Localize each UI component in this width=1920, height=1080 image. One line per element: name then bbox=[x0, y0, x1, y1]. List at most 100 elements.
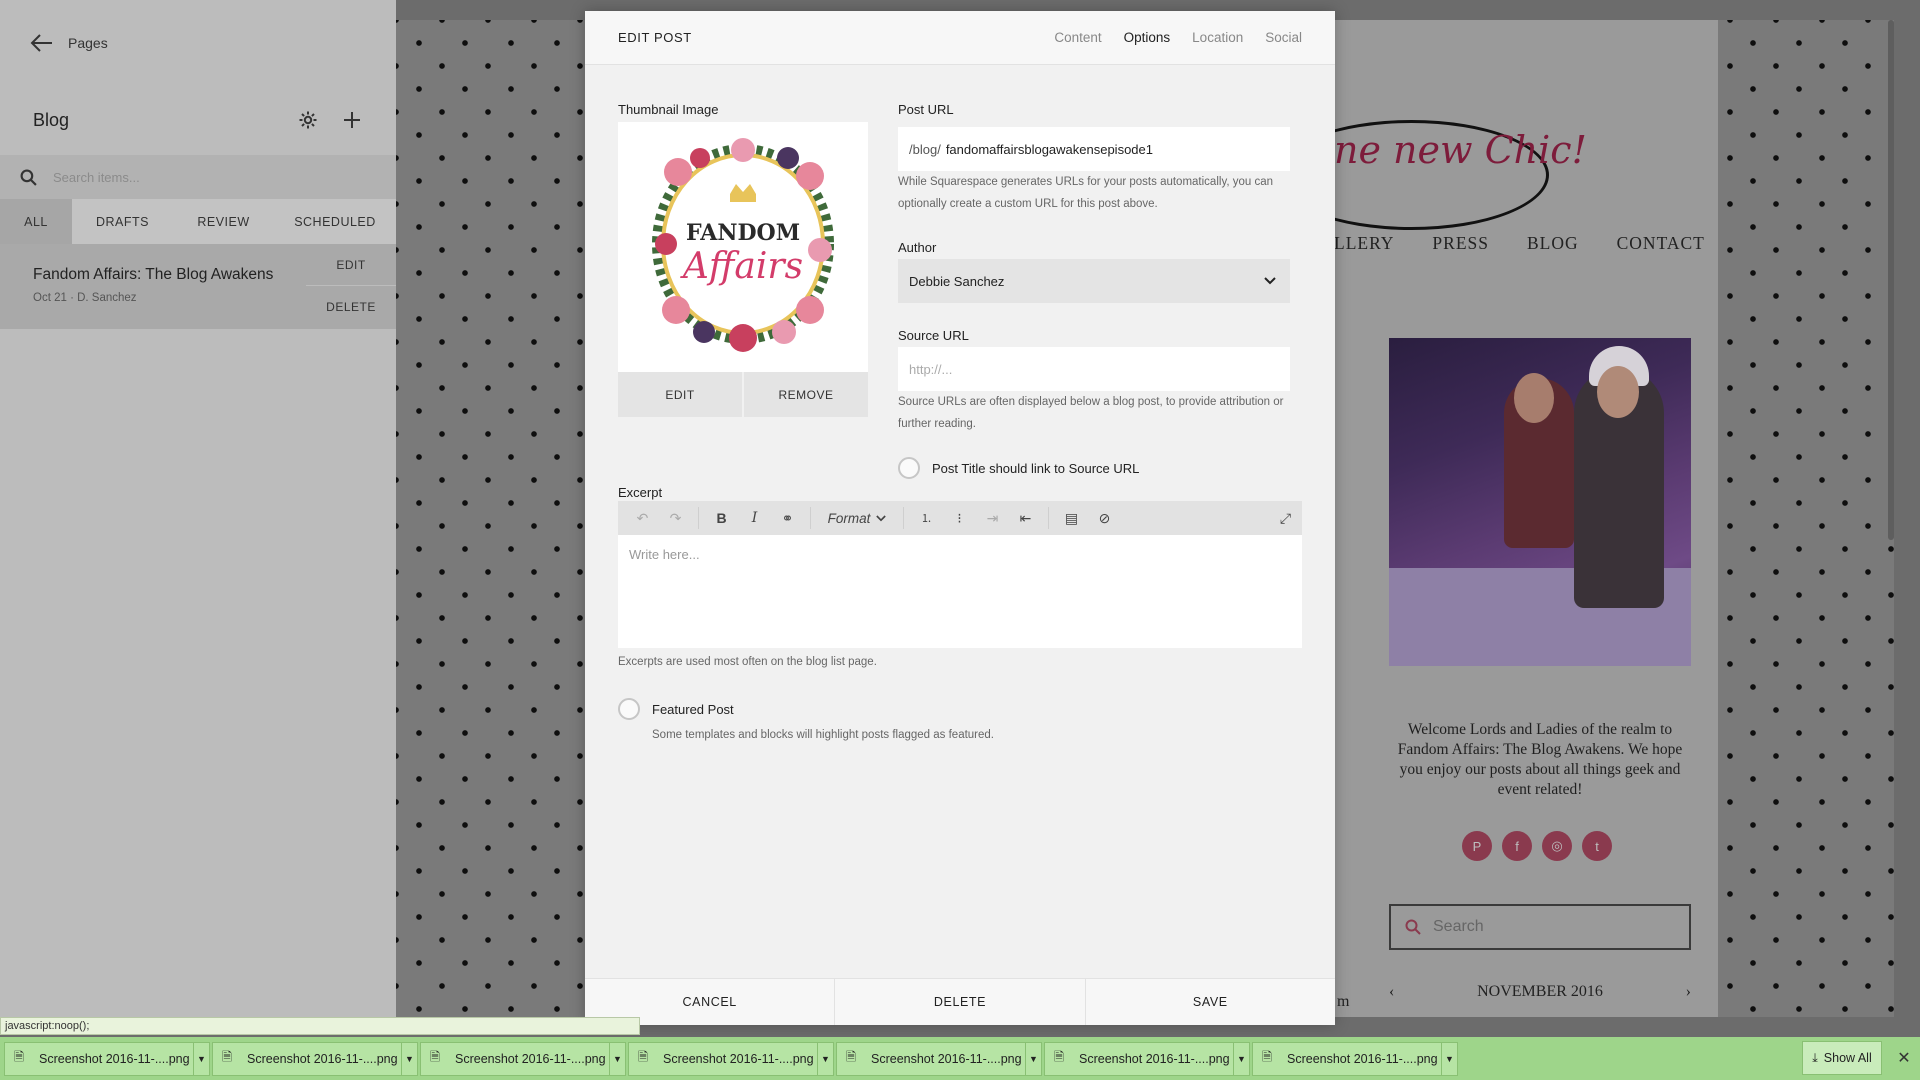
add-icon[interactable] bbox=[340, 108, 364, 132]
preview-scrollbar[interactable] bbox=[1888, 20, 1894, 540]
ordered-list-icon[interactable]: ⒈ bbox=[910, 501, 943, 535]
back-to-pages-button[interactable]: Pages bbox=[30, 30, 108, 56]
close-icon[interactable]: ✕ bbox=[1893, 1045, 1915, 1071]
download-item[interactable]: 🗎 Screenshot 2016-11-....png ▼ bbox=[420, 1041, 626, 1076]
dialog-header: EDIT POST Content Options Location Socia… bbox=[585, 11, 1335, 65]
calendar-prev-icon[interactable]: ‹ bbox=[1389, 983, 1394, 1001]
unordered-list-icon[interactable]: ⁝ bbox=[943, 501, 976, 535]
paste-icon[interactable]: ▤ bbox=[1055, 501, 1088, 535]
pinterest-icon[interactable]: P bbox=[1462, 831, 1492, 861]
tab-social[interactable]: Social bbox=[1265, 30, 1302, 45]
thumbnail-remove-button[interactable]: REMOVE bbox=[744, 372, 868, 417]
download-name: Screenshot 2016-11-....png bbox=[39, 1051, 190, 1066]
download-icon: ⤓ bbox=[1812, 1050, 1818, 1065]
site-preview: ne new Chic! LLERY PRESS BLOG CONTACT We… bbox=[1334, 20, 1718, 1017]
show-all-label: Show All bbox=[1823, 1051, 1872, 1065]
site-search-box[interactable]: Search bbox=[1389, 904, 1691, 950]
excerpt-editor[interactable]: Write here... bbox=[618, 535, 1302, 648]
tab-drafts[interactable]: DRAFTS bbox=[72, 199, 173, 244]
instagram-icon[interactable]: ◎ bbox=[1542, 831, 1572, 861]
gear-icon[interactable] bbox=[296, 108, 320, 132]
sidebar: Pages Blog Search items... ALL DRAFTS RE… bbox=[0, 0, 396, 1017]
source-url-field[interactable]: http://... bbox=[898, 347, 1290, 391]
clear-format-icon[interactable]: ⊘ bbox=[1088, 501, 1121, 535]
browser-status-bar: javascript:noop(); bbox=[0, 1017, 640, 1035]
tab-content[interactable]: Content bbox=[1054, 30, 1101, 45]
caret-down-icon[interactable]: ▼ bbox=[401, 1041, 417, 1076]
tab-scheduled[interactable]: SCHEDULED bbox=[274, 199, 396, 244]
excerpt-help: Excerpts are used most often on the blog… bbox=[618, 656, 877, 668]
post-list-item[interactable]: Fandom Affairs: The Blog Awakens Oct 21 … bbox=[0, 244, 396, 329]
search-icon bbox=[20, 169, 37, 186]
site-nav-press[interactable]: PRESS bbox=[1432, 233, 1489, 254]
outdent-icon[interactable]: ⇤ bbox=[1009, 501, 1042, 535]
filter-tabs: ALL DRAFTS REVIEW SCHEDULED bbox=[0, 199, 396, 244]
featured-help: Some templates and blocks will highlight… bbox=[652, 729, 995, 741]
download-item[interactable]: 🗎 Screenshot 2016-11-....png ▼ bbox=[4, 1041, 210, 1076]
download-name: Screenshot 2016-11-....png bbox=[247, 1051, 398, 1066]
author-value: Debbie Sanchez bbox=[909, 273, 1005, 289]
thumbnail-edit-button[interactable]: EDIT bbox=[618, 372, 742, 417]
tab-review[interactable]: REVIEW bbox=[173, 199, 274, 244]
site-logo-text: ne new Chic! bbox=[1334, 128, 1587, 172]
download-item[interactable]: 🗎 Screenshot 2016-11-....png ▼ bbox=[1044, 1041, 1250, 1076]
source-url-placeholder: http://... bbox=[909, 361, 953, 377]
italic-icon[interactable]: I bbox=[738, 501, 771, 535]
caret-down-icon[interactable]: ▼ bbox=[817, 1041, 833, 1076]
link-icon[interactable]: ⚭ bbox=[771, 501, 804, 535]
post-url-field[interactable]: /blog/ fandomaffairsblogawakensepisode1 bbox=[898, 127, 1290, 171]
download-bar: 🗎 Screenshot 2016-11-....png ▼ 🗎 Screenshot… bbox=[0, 1037, 1920, 1080]
bold-icon[interactable]: B bbox=[705, 501, 738, 535]
thumbnail-actions: EDIT REMOVE bbox=[618, 372, 868, 417]
caret-down-icon[interactable]: ▼ bbox=[193, 1041, 209, 1076]
logo-line1: FANDOM bbox=[686, 220, 800, 246]
download-item[interactable]: 🗎 Screenshot 2016-11-....png ▼ bbox=[836, 1041, 1042, 1076]
tab-location[interactable]: Location bbox=[1192, 30, 1243, 45]
sidebar-search-placeholder: Search items... bbox=[53, 169, 140, 185]
caret-down-icon[interactable]: ▼ bbox=[1233, 1041, 1249, 1076]
expand-icon[interactable]: ⤢ bbox=[1269, 501, 1302, 535]
author-label: Author bbox=[898, 240, 937, 255]
calendar-month: NOVEMBER 2016 bbox=[1477, 983, 1603, 1000]
show-all-button[interactable]: ⤓ Show All bbox=[1802, 1041, 1882, 1075]
author-select[interactable]: Debbie Sanchez bbox=[898, 259, 1290, 303]
calendar-next-icon[interactable]: › bbox=[1686, 983, 1691, 1001]
link-to-source-toggle[interactable]: Post Title should link to Source URL bbox=[898, 457, 1139, 479]
tab-all[interactable]: ALL bbox=[0, 199, 72, 244]
delete-button[interactable]: DELETE bbox=[835, 979, 1086, 1025]
site-nav: LLERY PRESS BLOG CONTACT bbox=[1334, 233, 1705, 254]
chevron-down-icon bbox=[876, 514, 887, 521]
download-item[interactable]: 🗎 Screenshot 2016-11-....png ▼ bbox=[212, 1041, 418, 1076]
edit-post-dialog: EDIT POST Content Options Location Socia… bbox=[585, 11, 1335, 1025]
site-nav-gallery[interactable]: LLERY bbox=[1334, 233, 1394, 254]
link-to-source-radio[interactable] bbox=[898, 457, 920, 479]
thumbnail-image[interactable]: FANDOM Affairs bbox=[618, 122, 868, 372]
tab-options[interactable]: Options bbox=[1124, 30, 1171, 45]
undo-icon[interactable]: ↶ bbox=[626, 501, 659, 535]
twitter-icon[interactable]: t bbox=[1582, 831, 1612, 861]
download-item[interactable]: 🗎 Screenshot 2016-11-....png ▼ bbox=[1252, 1041, 1458, 1076]
featured-radio[interactable] bbox=[618, 698, 640, 720]
post-url-prefix: /blog/ bbox=[909, 141, 941, 157]
site-nav-blog[interactable]: BLOG bbox=[1527, 233, 1579, 254]
sidebar-search[interactable]: Search items... bbox=[0, 155, 396, 199]
redo-icon[interactable]: ↷ bbox=[659, 501, 692, 535]
sidebar-title: Blog bbox=[33, 110, 70, 130]
indent-icon[interactable]: ⇥ bbox=[976, 501, 1009, 535]
download-name: Screenshot 2016-11-....png bbox=[663, 1051, 814, 1066]
caret-down-icon[interactable]: ▼ bbox=[609, 1041, 625, 1076]
featured-toggle[interactable]: Featured Post bbox=[618, 698, 734, 720]
download-name: Screenshot 2016-11-....png bbox=[1079, 1051, 1230, 1066]
download-item[interactable]: 🗎 Screenshot 2016-11-....png ▼ bbox=[628, 1041, 834, 1076]
caret-down-icon[interactable]: ▼ bbox=[1025, 1041, 1041, 1076]
site-nav-contact[interactable]: CONTACT bbox=[1617, 233, 1705, 254]
post-edit-button[interactable]: EDIT bbox=[306, 244, 396, 286]
caret-down-icon[interactable]: ▼ bbox=[1441, 1041, 1457, 1076]
facebook-icon[interactable]: f bbox=[1502, 831, 1532, 861]
post-delete-button[interactable]: DELETE bbox=[306, 286, 396, 328]
format-dropdown[interactable]: Format bbox=[817, 501, 897, 535]
featured-label: Featured Post bbox=[652, 701, 734, 717]
save-button[interactable]: SAVE bbox=[1086, 979, 1335, 1025]
document-icon: 🗎 bbox=[429, 1050, 441, 1064]
document-icon: 🗎 bbox=[637, 1050, 649, 1064]
